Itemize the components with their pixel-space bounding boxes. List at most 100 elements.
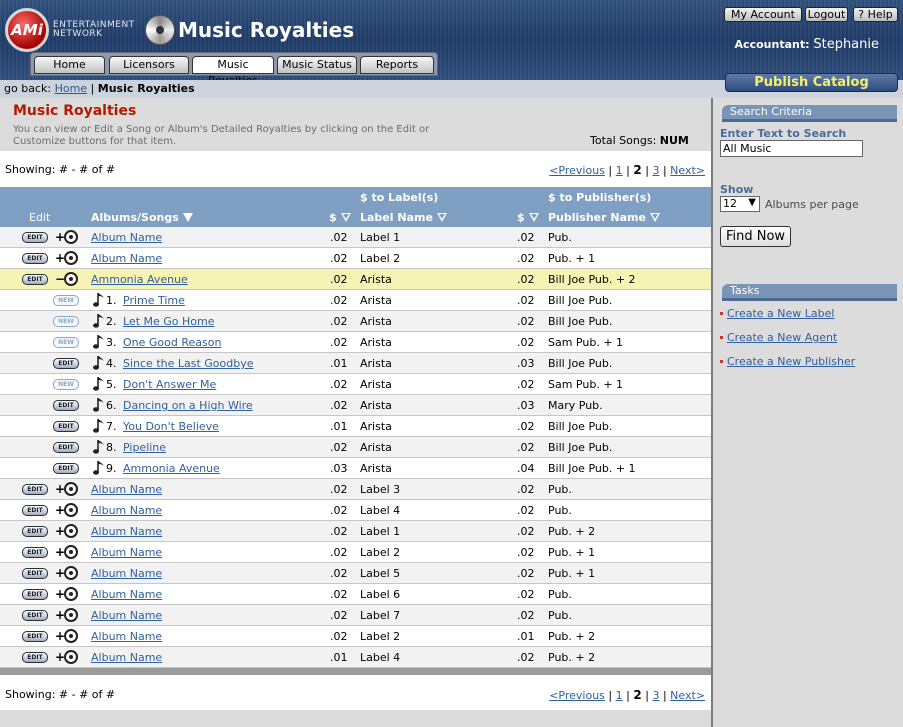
publisher-amount-column-header[interactable]: $: [517, 211, 539, 224]
tab-music-royalties[interactable]: Music Royalties: [192, 56, 274, 80]
edit-button[interactable]: EDIT: [22, 232, 48, 243]
song-name-link[interactable]: Don't Answer Me: [123, 378, 216, 391]
expand-album-toggle[interactable]: +: [55, 586, 81, 602]
sort-arrow-icon[interactable]: [182, 213, 193, 222]
edit-button[interactable]: EDIT: [53, 442, 79, 453]
edit-button[interactable]: EDIT: [22, 652, 48, 663]
edit-button[interactable]: EDIT: [22, 526, 48, 537]
song-name-link[interactable]: Dancing on a High Wire: [123, 399, 253, 412]
song-name-link[interactable]: Pipeline: [123, 441, 166, 454]
expand-album-toggle[interactable]: +: [55, 481, 81, 497]
expand-album-toggle[interactable]: +: [55, 544, 81, 560]
show-per-page-select[interactable]: 12 ▼: [720, 196, 760, 212]
song-name-link[interactable]: Ammonia Avenue: [123, 462, 220, 475]
song-name-link[interactable]: You Don't Believe: [123, 420, 219, 433]
album-name-link[interactable]: Album Name: [91, 252, 162, 265]
sort-arrow-icon[interactable]: [340, 213, 351, 222]
task-item: Create a New Agent: [720, 331, 837, 344]
expand-album-toggle[interactable]: +: [55, 523, 81, 539]
ami-logo[interactable]: AMi: [5, 8, 49, 52]
album-name-link[interactable]: Album Name: [91, 231, 162, 244]
sort-arrow-icon[interactable]: [436, 213, 447, 222]
expand-album-toggle[interactable]: +: [55, 229, 81, 245]
album-name-link[interactable]: Album Name: [91, 651, 162, 664]
pager-page-1[interactable]: 1: [616, 689, 623, 702]
album-row: EDIT + Album Name .02 Label 6 .02 Pub.: [0, 584, 711, 605]
logout-button[interactable]: Logout: [805, 7, 848, 22]
expand-album-toggle[interactable]: +: [55, 607, 81, 623]
expand-album-toggle[interactable]: +: [55, 502, 81, 518]
edit-button[interactable]: EDIT: [53, 358, 79, 369]
edit-button[interactable]: EDIT: [22, 274, 48, 285]
collapse-album-toggle[interactable]: −: [55, 271, 81, 287]
pager-page-1[interactable]: 1: [616, 164, 623, 177]
publish-catalog-button[interactable]: Publish Catalog: [725, 73, 898, 92]
accountant-name: Stephanie: [813, 37, 879, 52]
song-row: NEW 2. Let Me Go Home .02 Arista .02 Bill Joe …: [0, 311, 711, 332]
customize-button[interactable]: NEW: [53, 316, 79, 327]
tab-licensors[interactable]: Licensors: [109, 56, 189, 74]
edit-button[interactable]: EDIT: [22, 547, 48, 558]
label-amount-column-header[interactable]: $: [329, 211, 351, 224]
album-name-link[interactable]: Album Name: [91, 504, 162, 517]
expand-album-toggle[interactable]: +: [55, 250, 81, 266]
tab-home[interactable]: Home: [34, 56, 105, 74]
label-amount: .03: [330, 462, 348, 475]
album-name-link[interactable]: Album Name: [91, 546, 162, 559]
pager-page-3[interactable]: 3: [652, 164, 659, 177]
edit-button[interactable]: EDIT: [53, 421, 79, 432]
album-name-link[interactable]: Album Name: [91, 567, 162, 580]
main-panel: Music Royalties You can view or Edit a S…: [0, 98, 713, 727]
edit-button[interactable]: EDIT: [22, 610, 48, 621]
label-name-column-header[interactable]: Label Name: [360, 211, 447, 224]
expand-album-toggle[interactable]: +: [55, 565, 81, 581]
album-name-link[interactable]: Album Name: [91, 483, 162, 496]
edit-button[interactable]: EDIT: [22, 505, 48, 516]
album-name-link[interactable]: Album Name: [91, 609, 162, 622]
album-name-link[interactable]: Album Name: [91, 525, 162, 538]
create-publisher-link[interactable]: Create a New Publisher: [727, 355, 855, 368]
customize-button[interactable]: NEW: [53, 337, 79, 348]
edit-button[interactable]: EDIT: [22, 253, 48, 264]
help-button[interactable]: ? Help: [853, 7, 898, 22]
album-name-link[interactable]: Album Name: [91, 588, 162, 601]
create-agent-link[interactable]: Create a New Agent: [727, 331, 837, 344]
publisher-amount: .03: [517, 357, 535, 370]
sort-arrow-icon[interactable]: [528, 213, 539, 222]
edit-button[interactable]: EDIT: [22, 568, 48, 579]
album-name-link[interactable]: Ammonia Avenue: [91, 273, 188, 286]
song-name-link[interactable]: Prime Time: [123, 294, 185, 307]
pager-page-3[interactable]: 3: [652, 689, 659, 702]
find-now-button[interactable]: Find Now: [720, 226, 791, 247]
pager-sep: |: [662, 689, 667, 702]
edit-button[interactable]: EDIT: [53, 463, 79, 474]
edit-button[interactable]: EDIT: [22, 589, 48, 600]
tab-reports[interactable]: Reports: [360, 56, 434, 74]
song-name-link[interactable]: Since the Last Goodbye: [123, 357, 254, 370]
albums-songs-column-header[interactable]: Albums/Songs: [91, 211, 193, 224]
pager-next[interactable]: Next>: [670, 689, 705, 702]
pager-previous[interactable]: <Previous: [549, 164, 605, 177]
album-name-link[interactable]: Album Name: [91, 630, 162, 643]
publisher-amount: .02: [517, 588, 535, 601]
pager-next[interactable]: Next>: [670, 164, 705, 177]
edit-button[interactable]: EDIT: [53, 400, 79, 411]
my-account-button[interactable]: My Account: [724, 7, 802, 22]
create-label-link[interactable]: Create a New Label: [727, 307, 834, 320]
edit-button[interactable]: EDIT: [22, 484, 48, 495]
show-label: Show: [720, 183, 754, 196]
expand-album-toggle[interactable]: +: [55, 649, 81, 665]
edit-button[interactable]: EDIT: [22, 631, 48, 642]
customize-button[interactable]: NEW: [53, 295, 79, 306]
customize-button[interactable]: NEW: [53, 379, 79, 390]
publisher-name-column-header[interactable]: Publisher Name: [548, 211, 660, 224]
song-name-link[interactable]: Let Me Go Home: [123, 315, 215, 328]
disc-icon: [64, 230, 78, 244]
song-name-link[interactable]: One Good Reason: [123, 336, 221, 349]
search-input[interactable]: [720, 140, 863, 157]
pager-previous[interactable]: <Previous: [549, 689, 605, 702]
breadcrumb-home-link[interactable]: Home: [55, 82, 87, 95]
expand-album-toggle[interactable]: +: [55, 628, 81, 644]
tab-music-status[interactable]: Music Status: [277, 56, 357, 74]
sort-arrow-icon[interactable]: [649, 213, 660, 222]
